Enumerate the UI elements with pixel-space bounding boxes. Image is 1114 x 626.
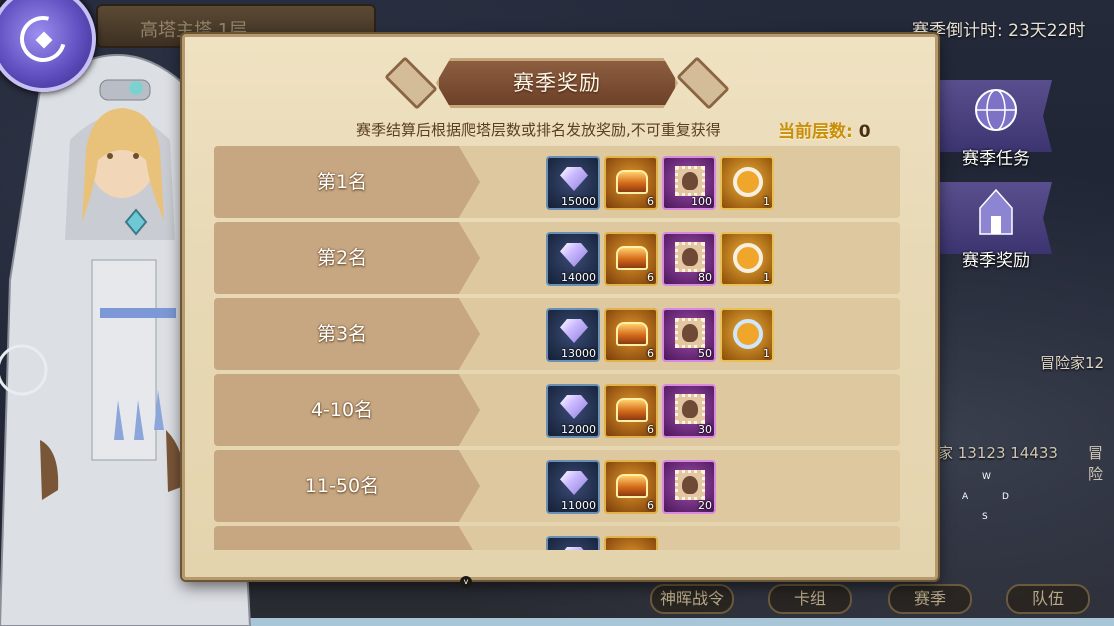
reward-item-gem[interactable]: 14000 [546, 232, 600, 286]
reward-row: 第2名 14000 6 80 1 [214, 222, 900, 294]
card-deck-button[interactable]: 卡组 [768, 584, 852, 614]
reward-item-gem[interactable]: 15000 [546, 156, 600, 210]
rank-label: 第2名 [316, 247, 368, 269]
current-floor-display: 当前层数: 0 [778, 117, 888, 142]
panel-title-banner: 赛季奖励 [368, 52, 746, 114]
crystal-gem-icon [560, 547, 588, 550]
stamp-face-icon [682, 248, 698, 266]
reward-item-stamp[interactable]: 50 [662, 308, 716, 362]
item-quantity: 1 [763, 195, 770, 208]
rank-label [254, 526, 430, 550]
panel-title: 赛季奖励 [513, 71, 601, 95]
current-floor-label: 当前层数: [778, 122, 853, 142]
season-button[interactable]: 赛季 [888, 584, 972, 614]
season-task-label: 赛季任务 [962, 149, 1030, 169]
rank-label: 第3名 [316, 323, 368, 345]
medal-ring-icon [733, 243, 763, 273]
season-task-button[interactable]: 赛季任务 [940, 80, 1052, 176]
treasure-chest-icon [616, 170, 648, 194]
reward-item-chest[interactable]: 6 [604, 308, 658, 362]
crystal-gem-icon [560, 471, 588, 495]
reward-list[interactable]: 第1名 15000 6 100 1 第2名 14000 6 80 1 第3名 13000 6 50 1 4-1… [214, 146, 902, 550]
ornament-right-icon [676, 56, 730, 110]
team-button[interactable]: 队伍 [1006, 584, 1090, 614]
treasure-chest-icon [616, 246, 648, 270]
reward-item-ring[interactable]: 1 [720, 308, 774, 362]
item-quantity: 6 [647, 347, 654, 360]
key-d: D [1002, 492, 1009, 502]
reward-item-stamp[interactable]: 80 [662, 232, 716, 286]
stamp-face-icon [682, 324, 698, 342]
item-quantity: 11000 [561, 499, 596, 512]
ornament-left-icon [384, 56, 438, 110]
rank-label: 第1名 [316, 171, 368, 193]
rank-label: 4-10名 [310, 399, 374, 421]
treasure-chest-icon [616, 322, 648, 346]
treasure-chest-icon [616, 398, 648, 422]
crystal-gem-icon [560, 319, 588, 343]
crystal-gem-icon [560, 243, 588, 267]
reward-row: 4-10名 12000 6 30 [214, 374, 900, 446]
item-quantity: 1 [763, 347, 770, 360]
reward-row: 第3名 13000 6 50 1 [214, 298, 900, 370]
tower-icon [979, 188, 1013, 235]
reward-item-gem[interactable]: 12000 [546, 384, 600, 438]
adventurer-label: 冒险家12 [1040, 354, 1105, 372]
item-quantity: 6 [647, 195, 654, 208]
item-quantity: 15000 [561, 195, 596, 208]
item-quantity: 30 [698, 423, 712, 436]
reward-item-stamp[interactable]: 20 [662, 460, 716, 514]
reward-item-gem[interactable]: 13000 [546, 308, 600, 362]
item-quantity: 6 [647, 499, 654, 512]
reward-item-ring[interactable]: 1 [720, 232, 774, 286]
stamp-face-icon [682, 400, 698, 418]
reward-item-chest[interactable]: 6 [604, 460, 658, 514]
reward-item-chest[interactable]: 6 [604, 232, 658, 286]
reward-item-ring[interactable]: 1 [720, 156, 774, 210]
scroll-down-hint[interactable]: v [460, 576, 472, 588]
reward-item-stamp[interactable]: 30 [662, 384, 716, 438]
key-s: S [982, 512, 988, 522]
item-quantity: 1 [763, 271, 770, 284]
reward-row: 11-50名 11000 6 20 [214, 450, 900, 522]
key-a: A [962, 492, 969, 502]
item-quantity: 80 [698, 271, 712, 284]
reward-item-chest[interactable]: 6 [604, 384, 658, 438]
item-quantity: 20 [698, 499, 712, 512]
item-quantity: 50 [698, 347, 712, 360]
season-reward-button[interactable]: 赛季奖励 [940, 182, 1052, 278]
stamp-face-icon [682, 172, 698, 190]
medal-ring-icon [733, 319, 763, 349]
reward-item-chest[interactable]: 6 [604, 156, 658, 210]
item-quantity: 13000 [561, 347, 596, 360]
item-quantity: 100 [691, 195, 712, 208]
score-tail: 冒险 [1088, 444, 1104, 483]
rank-label: 11-50名 [304, 475, 380, 497]
reward-row: 第1名 15000 6 100 1 [214, 146, 900, 218]
reward-item-gem[interactable]: 11000 [546, 460, 600, 514]
item-quantity: 6 [647, 271, 654, 284]
reward-item-stamp[interactable]: 100 [662, 156, 716, 210]
crystal-gem-icon [560, 167, 588, 191]
battle-pass-button[interactable]: 神晖战令 [650, 584, 734, 614]
reward-item-chest[interactable] [604, 536, 658, 550]
medal-ring-icon [733, 167, 763, 197]
treasure-chest-icon [616, 474, 648, 498]
crystal-gem-icon [560, 395, 588, 419]
reward-description: 赛季结算后根据爬塔层数或排名发放奖励,不可重复获得 [356, 121, 721, 139]
season-reward-label: 赛季奖励 [962, 251, 1030, 271]
reward-item-gem[interactable] [546, 536, 600, 550]
score-text: 家 13123 14433 [938, 444, 1058, 462]
current-floor-value: 0 [858, 122, 871, 142]
item-quantity: 14000 [561, 271, 596, 284]
item-quantity: 6 [647, 423, 654, 436]
item-quantity: 12000 [561, 423, 596, 436]
reward-row [214, 526, 900, 550]
season-countdown: 赛季倒计时: 23天22时 [912, 21, 1086, 41]
key-w: W [982, 472, 991, 482]
stamp-face-icon [682, 476, 698, 494]
globe-icon [975, 89, 1017, 131]
